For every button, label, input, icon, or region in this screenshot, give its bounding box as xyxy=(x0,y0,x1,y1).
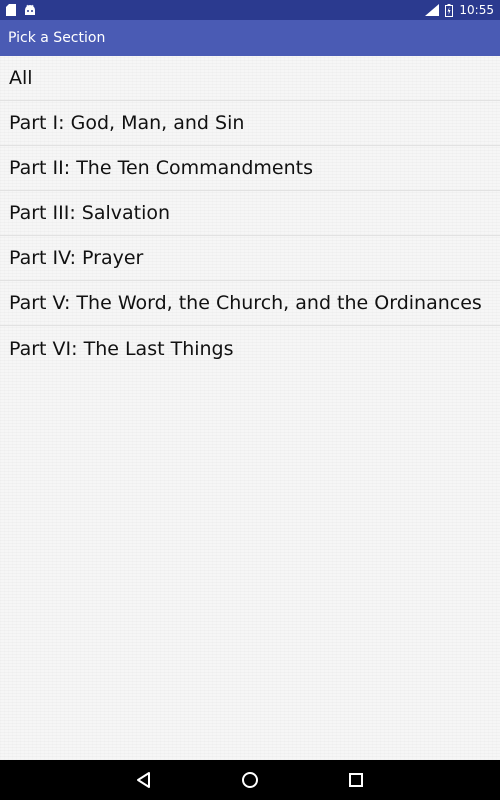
back-button[interactable] xyxy=(91,760,197,800)
list-item-part-ii[interactable]: Part II: The Ten Commandments xyxy=(0,146,500,191)
list-item-part-iii[interactable]: Part III: Salvation xyxy=(0,191,500,236)
lte-signal-icon xyxy=(425,4,440,16)
section-list-container: All Part I: God, Man, and Sin Part II: T… xyxy=(0,56,500,760)
section-list: All Part I: God, Man, and Sin Part II: T… xyxy=(0,56,500,371)
android-icon xyxy=(24,4,36,16)
status-left xyxy=(6,4,36,16)
page-title: Pick a Section xyxy=(8,30,106,46)
recents-button[interactable] xyxy=(303,760,409,800)
home-icon xyxy=(242,772,258,788)
app-bar: Pick a Section xyxy=(0,20,500,56)
back-icon xyxy=(137,772,150,788)
list-item-part-v[interactable]: Part V: The Word, the Church, and the Or… xyxy=(0,281,500,326)
status-time: 10:55 xyxy=(459,3,494,17)
recents-icon xyxy=(349,773,363,787)
navigation-bar xyxy=(0,760,500,800)
list-item-all[interactable]: All xyxy=(0,56,500,101)
status-bar: 10:55 xyxy=(0,0,500,20)
list-item-part-iv[interactable]: Part IV: Prayer xyxy=(0,236,500,281)
list-item-part-vi[interactable]: Part VI: The Last Things xyxy=(0,326,500,371)
list-item-part-i[interactable]: Part I: God, Man, and Sin xyxy=(0,101,500,146)
sd-card-icon xyxy=(6,4,16,16)
home-button[interactable] xyxy=(197,760,303,800)
battery-icon xyxy=(445,3,454,17)
status-right: 10:55 xyxy=(425,3,494,17)
